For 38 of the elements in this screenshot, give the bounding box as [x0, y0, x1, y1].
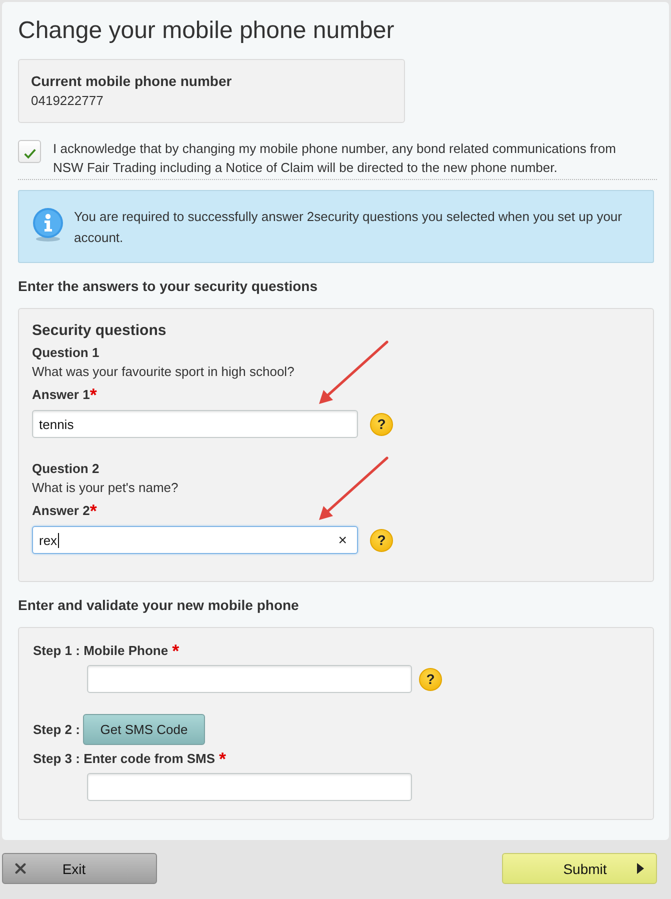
required-mark: * [172, 643, 180, 659]
required-mark: * [90, 503, 97, 519]
step-label: Step 1 : Mobile Phone [33, 642, 168, 660]
answer-field[interactable]: rex × [32, 526, 358, 554]
info-icon [32, 208, 64, 242]
step-label: Step 3 : Enter code from SMS [33, 750, 216, 768]
close-icon [15, 863, 26, 874]
answer-field[interactable]: tennis [32, 410, 358, 438]
panel-title: Security questions [32, 321, 168, 340]
triangle-right-icon [637, 863, 644, 874]
input-field[interactable] [87, 665, 412, 693]
current-number-value: 0419222777 [31, 92, 104, 110]
question-text: What is your pet's name? [32, 479, 180, 497]
checkmark-icon [24, 148, 36, 158]
exit-button[interactable]: Exit [2, 853, 157, 884]
acknowledge-checkbox[interactable] [18, 140, 41, 163]
input-field[interactable] [87, 773, 412, 801]
info-message: You are required to successfully answer 2security questions you selected when you set up your account. [74, 208, 623, 247]
answer-label: Answer 2 [32, 502, 90, 520]
question-label: Question 1 [32, 344, 100, 362]
submit-button[interactable]: Submit [502, 853, 657, 884]
question-label: Question 2 [32, 460, 100, 478]
answer-label: Answer 1 [32, 386, 90, 404]
clear-icon[interactable]: × [338, 532, 347, 548]
page-title: Change your mobile phone number [18, 16, 396, 46]
required-mark: * [219, 751, 226, 767]
question-text: What was your favourite sport in high school? [32, 363, 296, 381]
get-sms-code-button[interactable]: Get SMS Code [82, 714, 205, 745]
help-icon[interactable]: ? [419, 668, 442, 690]
help-icon[interactable]: ? [370, 528, 393, 552]
section-heading: Enter and validate your new mobile phone [18, 596, 300, 614]
acknowledgement-text: I acknowledge that by changing my mobile phone number, any bond related communications from NSW Fair Trading including a Notice of Claim will be directed to the new phone number. [53, 140, 617, 177]
current-number-label: Current mobile phone number [31, 72, 233, 91]
help-icon[interactable]: ? [370, 412, 393, 436]
text-cursor [58, 532, 60, 548]
section-heading: Enter the answers to your security questions [18, 277, 319, 295]
required-mark: * [90, 387, 97, 403]
step-label: Step 2 : [33, 720, 80, 738]
